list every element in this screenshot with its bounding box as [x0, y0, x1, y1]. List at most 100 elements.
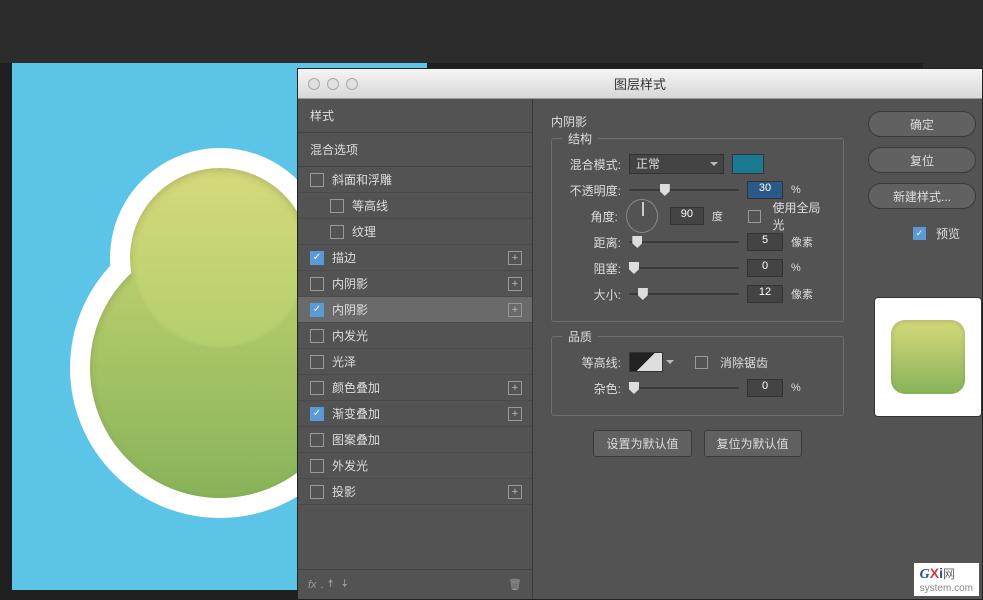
reset-default-button[interactable]: 复位为默认值	[704, 430, 802, 457]
opacity-unit: %	[791, 184, 821, 196]
style-item-9[interactable]: 渐变叠加 +	[298, 401, 532, 427]
style-label: 图案叠加	[332, 431, 380, 448]
style-checkbox[interactable]	[330, 199, 344, 213]
style-item-2[interactable]: 纹理	[298, 219, 532, 245]
style-item-0[interactable]: 斜面和浮雕	[298, 167, 532, 193]
style-label: 等高线	[352, 197, 388, 214]
add-instance-icon[interactable]: +	[508, 381, 522, 395]
angle-unit: 度	[712, 208, 740, 224]
minimize-icon[interactable]	[327, 78, 339, 90]
choke-label: 阻塞:	[566, 260, 621, 277]
blend-mode-select[interactable]: 正常	[629, 154, 724, 174]
watermark: GXi网 system.com	[914, 563, 979, 596]
style-label: 纹理	[352, 223, 376, 240]
dialog-titlebar[interactable]: 图层样式	[298, 69, 982, 99]
preview-checkbox[interactable]	[913, 227, 926, 240]
angle-label: 角度:	[566, 208, 618, 225]
settings-panel: 内阴影 结构 混合模式: 正常 不透明度: 30 % 角度: 90 度 使用全局…	[533, 99, 862, 599]
structure-fieldset: 结构 混合模式: 正常 不透明度: 30 % 角度: 90 度 使用全局光	[551, 138, 844, 322]
fx-icon[interactable]: fx	[308, 579, 317, 591]
zoom-icon[interactable]	[346, 78, 358, 90]
add-instance-icon[interactable]: +	[508, 251, 522, 265]
antialias-label: 消除锯齿	[720, 354, 768, 371]
style-item-7[interactable]: 光泽	[298, 349, 532, 375]
arrow-down-icon[interactable]: 🠇	[342, 575, 348, 594]
make-default-button[interactable]: 设置为默认值	[593, 430, 691, 457]
shadow-color-swatch[interactable]	[732, 154, 764, 174]
style-label: 渐变叠加	[332, 405, 380, 422]
right-button-column: 确定 复位 新建样式... 预览	[862, 111, 982, 242]
style-item-1[interactable]: 等高线	[298, 193, 532, 219]
add-instance-icon[interactable]: +	[508, 303, 522, 317]
style-checkbox[interactable]	[310, 173, 324, 187]
opacity-slider[interactable]	[629, 189, 739, 191]
add-instance-icon[interactable]: +	[508, 407, 522, 421]
preview-thumbnail	[874, 297, 982, 417]
style-checkbox[interactable]	[310, 485, 324, 499]
style-item-10[interactable]: 图案叠加	[298, 427, 532, 453]
new-style-button[interactable]: 新建样式...	[868, 183, 976, 209]
styles-footer: fx . 🠅 🠇 🗑	[298, 569, 532, 599]
choke-unit: %	[791, 262, 821, 274]
reset-button[interactable]: 复位	[868, 147, 976, 173]
style-checkbox[interactable]	[310, 303, 324, 317]
global-light-checkbox[interactable]	[748, 210, 760, 223]
add-instance-icon[interactable]: +	[508, 485, 522, 499]
antialias-checkbox[interactable]	[695, 356, 708, 369]
distance-label: 距离:	[566, 234, 621, 251]
dialog-title: 图层样式	[298, 74, 982, 93]
size-input[interactable]: 12	[747, 285, 783, 303]
distance-slider[interactable]	[629, 241, 739, 243]
styles-list-panel: 样式 混合选项 斜面和浮雕等高线纹理描边+内阴影+内阴影+内发光光泽颜色叠加+渐…	[298, 99, 533, 599]
choke-slider[interactable]	[629, 267, 739, 269]
noise-slider[interactable]	[629, 387, 739, 389]
size-slider[interactable]	[629, 293, 739, 295]
noise-input[interactable]: 0	[747, 379, 783, 397]
layer-style-dialog: 图层样式 样式 混合选项 斜面和浮雕等高线纹理描边+ 内阴影 + 内阴影 + 内发光光泽颜…	[297, 68, 983, 600]
style-checkbox[interactable]	[330, 225, 344, 239]
style-label: 内阴影	[332, 301, 368, 318]
quality-legend: 品质	[562, 328, 598, 345]
opacity-input[interactable]: 30	[747, 181, 783, 199]
style-checkbox[interactable]	[310, 407, 324, 421]
style-label: 斜面和浮雕	[332, 171, 392, 188]
angle-input[interactable]: 90	[670, 207, 704, 225]
style-label: 颜色叠加	[332, 379, 380, 396]
choke-input[interactable]: 0	[747, 259, 783, 277]
style-checkbox[interactable]	[310, 277, 324, 291]
angle-dial[interactable]	[626, 199, 658, 233]
size-unit: 像素	[791, 286, 821, 302]
style-item-4[interactable]: 内阴影+	[298, 271, 532, 297]
style-checkbox[interactable]	[310, 459, 324, 473]
add-instance-icon[interactable]: +	[508, 277, 522, 291]
ok-button[interactable]: 确定	[868, 111, 976, 137]
chevron-down-icon: .	[321, 579, 324, 591]
style-item-5[interactable]: 内阴影 +	[298, 297, 532, 323]
blend-mode-label: 混合模式:	[566, 156, 621, 173]
style-label: 光泽	[332, 353, 356, 370]
noise-label: 杂色:	[566, 380, 621, 397]
style-checkbox[interactable]	[310, 329, 324, 343]
style-label: 投影	[332, 483, 356, 500]
arrow-up-icon[interactable]: 🠅	[328, 575, 334, 594]
trash-icon[interactable]: 🗑	[508, 578, 522, 591]
style-item-12[interactable]: 投影 +	[298, 479, 532, 505]
style-checkbox[interactable]	[310, 381, 324, 395]
quality-fieldset: 品质 等高线: 消除锯齿 杂色: 0 %	[551, 336, 844, 416]
style-checkbox[interactable]	[310, 355, 324, 369]
style-item-3[interactable]: 描边+	[298, 245, 532, 271]
style-checkbox[interactable]	[310, 433, 324, 447]
style-item-8[interactable]: 颜色叠加 +	[298, 375, 532, 401]
distance-input[interactable]: 5	[747, 233, 783, 251]
global-light-label: 使用全局光	[773, 199, 830, 233]
style-item-6[interactable]: 内发光	[298, 323, 532, 349]
contour-picker[interactable]	[629, 352, 663, 372]
styles-header[interactable]: 样式	[298, 99, 532, 133]
style-item-11[interactable]: 外发光	[298, 453, 532, 479]
blend-options-header[interactable]: 混合选项	[298, 133, 532, 167]
style-checkbox[interactable]	[310, 251, 324, 265]
close-icon[interactable]	[308, 78, 320, 90]
contour-label: 等高线:	[566, 354, 621, 371]
section-title: 内阴影	[551, 113, 844, 130]
distance-unit: 像素	[791, 234, 821, 250]
